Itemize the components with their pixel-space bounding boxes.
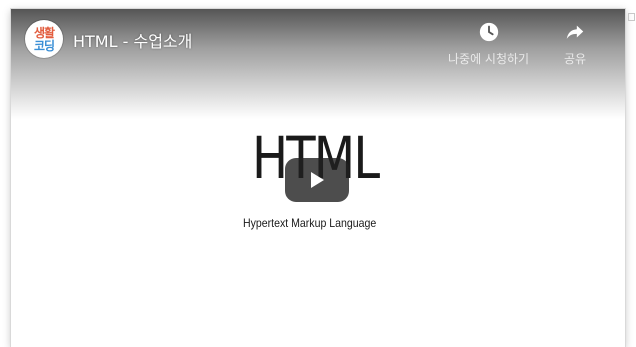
play-icon [311, 172, 324, 188]
avatar-text-line2: 코딩 [33, 38, 55, 53]
slide-subtitle: Hypertext Markup Language [243, 216, 377, 230]
video-title[interactable]: HTML - 수업소개 [73, 28, 192, 52]
share-icon [566, 25, 584, 39]
watch-later-button[interactable]: 나중에 시청하기 [448, 21, 529, 67]
external-frame-icon [628, 13, 635, 21]
share-button[interactable]: 공유 [564, 21, 586, 67]
clock-icon [479, 22, 498, 42]
page: HTML Hypertext Markup Language 생활 코딩 HTM… [0, 0, 636, 347]
player-top-bar [11, 9, 625, 119]
avatar-text-line1: 생활 [33, 25, 55, 40]
play-button[interactable] [285, 158, 349, 202]
channel-avatar[interactable]: 생활 코딩 [25, 20, 63, 58]
watch-later-label: 나중에 시청하기 [448, 52, 530, 66]
video-player[interactable]: HTML Hypertext Markup Language 생활 코딩 HTM… [11, 9, 625, 347]
share-label: 공유 [564, 52, 587, 66]
